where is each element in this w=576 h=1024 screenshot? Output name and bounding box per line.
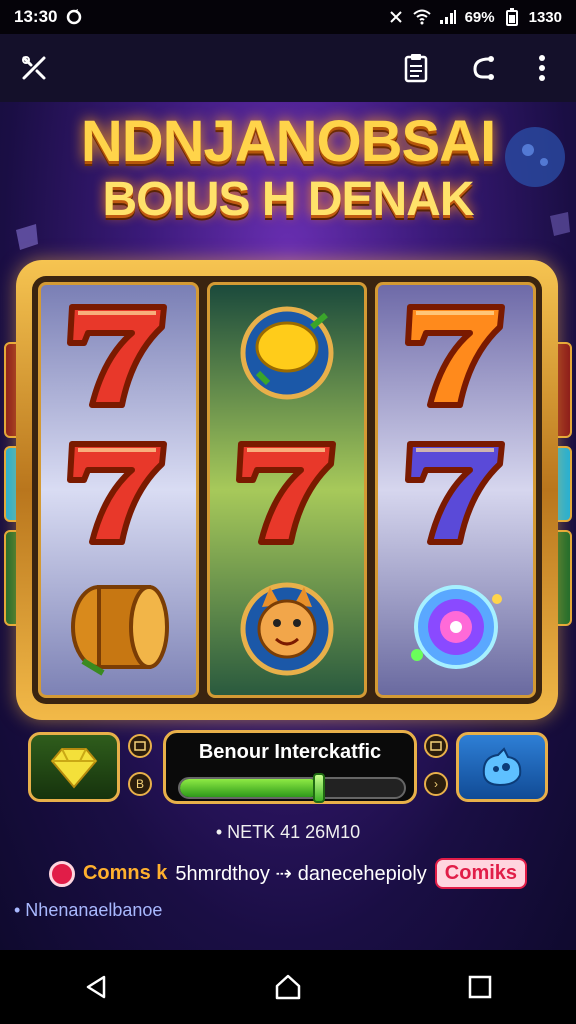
tools-button[interactable] <box>14 48 54 88</box>
gem-button[interactable] <box>28 732 120 802</box>
control-panel: B Benour Interckatfic › <box>28 730 548 806</box>
card-icon <box>430 741 442 751</box>
tools-icon <box>22 56 46 80</box>
next-button[interactable]: › <box>424 772 448 796</box>
share-icon <box>473 56 494 80</box>
mini-left-top-button[interactable] <box>128 734 152 758</box>
mini-right-top-button[interactable] <box>424 734 448 758</box>
clipboard-button[interactable] <box>396 48 436 88</box>
seven-symbol-icon[interactable] <box>48 425 188 555</box>
home-icon <box>275 974 301 1000</box>
reel-1[interactable] <box>38 282 199 698</box>
home-button[interactable] <box>258 957 318 1017</box>
fox-symbol-icon[interactable] <box>217 562 357 692</box>
card-icon <box>134 741 146 751</box>
game-title: NDNJANOBSAI <box>80 109 496 174</box>
info-line-3: • Nhenanaelbanoe <box>14 900 163 920</box>
sync-icon <box>65 8 83 26</box>
share-button[interactable] <box>464 48 504 88</box>
info-line-1: • NETK 41 26M10 <box>215 822 361 842</box>
info-label-b: 5hmrdthoy ⇢ danecehepioly <box>175 863 427 885</box>
gem-icon <box>50 748 98 789</box>
drum-symbol-icon[interactable] <box>48 562 188 692</box>
navigation-bar <box>0 950 576 1024</box>
reel-2[interactable] <box>206 282 368 698</box>
reel-3[interactable] <box>375 282 537 698</box>
swirl-symbol-icon[interactable] <box>386 562 526 692</box>
panel-title: Benour Interckatfic <box>198 741 382 763</box>
seven-symbol-icon[interactable] <box>386 425 526 555</box>
comics-badge[interactable]: Comiks <box>434 858 528 889</box>
wifi-icon <box>412 8 431 26</box>
more-vertical-icon <box>539 55 545 81</box>
status-bar: 13:30 69% 1330 <box>0 0 576 34</box>
progress-fill <box>180 779 319 797</box>
seven-symbol-icon[interactable] <box>48 288 188 418</box>
recents-button[interactable] <box>450 957 510 1017</box>
progress-handle[interactable] <box>313 773 326 803</box>
seven-symbol-icon[interactable] <box>217 425 357 555</box>
creature-button[interactable] <box>456 732 548 802</box>
signal-icon <box>439 8 457 26</box>
battery-icon <box>503 8 521 26</box>
seven-symbol-icon[interactable] <box>386 288 526 418</box>
mini-left-bottom-button[interactable]: B <box>128 772 152 796</box>
status-time: 13:30 <box>14 7 58 26</box>
progress-bar[interactable] <box>178 777 406 799</box>
back-button[interactable] <box>66 957 126 1017</box>
info-line-2: Comns k 5hmrdthoy ⇢ danecehepioly Comiks <box>0 858 576 889</box>
back-icon <box>86 975 106 999</box>
game-subtitle: BOIUS H DENAK <box>102 173 474 226</box>
status-clock: 1330 <box>528 8 562 26</box>
creature-icon <box>482 747 522 787</box>
more-menu-button[interactable] <box>522 48 562 88</box>
game-scene: NDNJANOBSAI BOIUS H DENAK B Benour Inter… <box>0 102 576 950</box>
info-label-a: Comns k <box>82 862 168 884</box>
recents-icon <box>468 975 492 999</box>
slot-machine <box>16 260 558 720</box>
battery-percent: 69% <box>464 8 495 26</box>
record-button[interactable] <box>48 860 75 887</box>
app-bar <box>0 34 576 102</box>
clipboard-icon <box>404 54 428 83</box>
lemon-symbol-icon[interactable] <box>217 288 357 418</box>
reel-window <box>32 276 542 704</box>
progress-panel: Benour Interckatfic <box>163 730 417 804</box>
notification-icon <box>387 8 405 26</box>
